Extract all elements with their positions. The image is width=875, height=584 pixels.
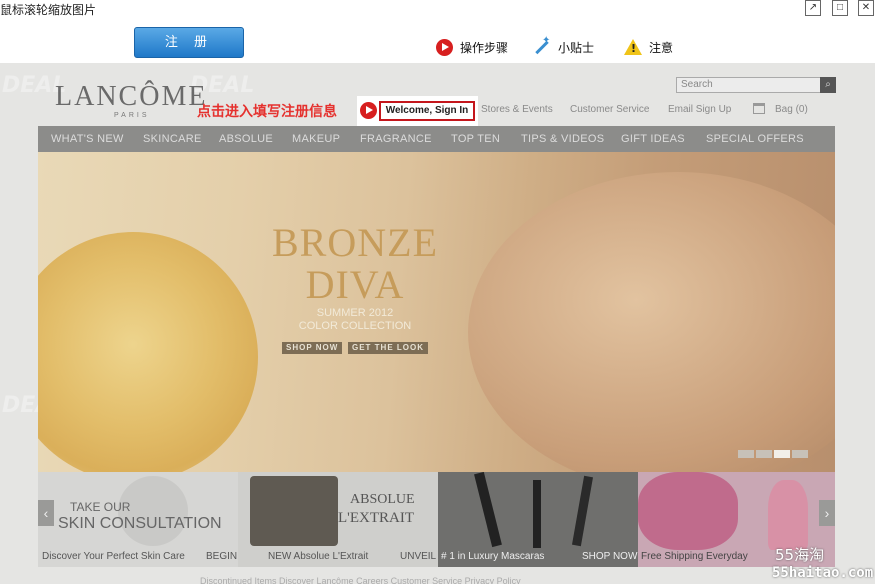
carousel-dots bbox=[738, 450, 808, 458]
promo-headline: ABSOLUE bbox=[350, 492, 415, 507]
carousel-prev-button[interactable]: ‹ bbox=[38, 500, 54, 526]
tutorial-toolbar: 注 册 操作步骤 小贴士 注意 bbox=[0, 18, 875, 63]
carousel-dot[interactable] bbox=[792, 450, 808, 458]
begin-link[interactable]: BEGIN bbox=[206, 551, 237, 562]
promo-caption: Discover Your Perfect Skin Care bbox=[42, 551, 185, 562]
hero-banner[interactable]: BRONZE DIVA SUMMER 2012 COLOR COLLECTION… bbox=[38, 152, 835, 472]
maximize-button[interactable]: □ bbox=[832, 0, 848, 16]
nav-absolue[interactable]: ABSOLUE bbox=[219, 133, 273, 145]
nav-special-offers[interactable]: SPECIAL OFFERS bbox=[706, 133, 804, 145]
email-signup-link[interactable]: Email Sign Up bbox=[668, 104, 731, 115]
carousel-dot-active[interactable] bbox=[774, 450, 790, 458]
popout-button[interactable]: ↗ bbox=[805, 0, 821, 16]
carousel-dot[interactable] bbox=[756, 450, 772, 458]
lancome-logo[interactable]: LANCÔME bbox=[55, 81, 207, 113]
hero-title-line1: BRONZE bbox=[272, 220, 438, 265]
bag-link[interactable]: Bag (0) bbox=[775, 104, 808, 115]
nav-whats-new[interactable]: WHAT'S NEW bbox=[51, 133, 124, 145]
play-icon bbox=[360, 102, 377, 119]
flower-image bbox=[38, 232, 258, 472]
brand-watermark: 55海淘 bbox=[775, 546, 825, 564]
hero-subtitle-line1: SUMMER 2012 bbox=[316, 307, 394, 319]
hero-title-line2: DIVA bbox=[305, 262, 405, 307]
tips-button[interactable]: 小贴士 bbox=[533, 35, 595, 56]
notice-label: 注意 bbox=[649, 40, 674, 55]
hero-subtitle: SUMMER 2012 COLOR COLLECTION bbox=[260, 307, 450, 333]
website-preview[interactable]: DEAL DEAL DEAL DEAL DEAL DEAL LANCÔME PA… bbox=[0, 63, 875, 584]
search-input[interactable]: Search bbox=[676, 77, 821, 93]
model-image bbox=[468, 172, 835, 472]
absolue-jar-image bbox=[250, 476, 338, 546]
play-icon bbox=[436, 38, 453, 56]
promo-caption: NEW Absolue L'Extrait bbox=[268, 551, 369, 562]
notice-button[interactable]: 注意 bbox=[624, 38, 673, 56]
promo-headline: TAKE OUR bbox=[70, 500, 131, 514]
nav-top-ten[interactable]: TOP TEN bbox=[451, 133, 500, 145]
unveil-link[interactable]: UNVEIL bbox=[400, 551, 436, 562]
customer-service-link[interactable]: Customer Service bbox=[570, 104, 649, 115]
carousel-dot[interactable] bbox=[738, 450, 754, 458]
footer-links: Discontinued Items Discover Lancôme Care… bbox=[200, 576, 521, 584]
window-titlebar: 鼠标滚轮缩放图片 ↗ □ ✕ bbox=[0, 0, 875, 18]
main-nav: WHAT'S NEW SKINCARE ABSOLUE MAKEUP FRAGR… bbox=[38, 126, 835, 152]
bag-icon bbox=[753, 103, 765, 114]
window-title: 鼠标滚轮缩放图片 bbox=[0, 3, 97, 17]
carousel-next-button[interactable]: › bbox=[819, 500, 835, 526]
nav-makeup[interactable]: MAKEUP bbox=[292, 133, 340, 145]
nav-gift-ideas[interactable]: GIFT IDEAS bbox=[621, 133, 685, 145]
warning-icon bbox=[624, 39, 642, 55]
steps-button[interactable]: 操作步骤 bbox=[436, 38, 508, 56]
search-icon[interactable]: ⌕ bbox=[820, 77, 836, 93]
nav-fragrance[interactable]: FRAGRANCE bbox=[360, 133, 432, 145]
promo-headline: L'EXTRAIT bbox=[338, 510, 415, 526]
tips-label: 小贴士 bbox=[558, 40, 595, 55]
shop-now-button[interactable]: SHOP NOW bbox=[282, 342, 343, 354]
register-button[interactable]: 注 册 bbox=[134, 27, 244, 58]
get-the-look-button[interactable]: GET THE LOOK bbox=[348, 342, 428, 354]
wand-icon bbox=[533, 35, 551, 56]
promo-consultation[interactable]: TAKE OUR SKIN CONSULTATION Discover Your… bbox=[38, 472, 238, 567]
shop-now-link[interactable]: SHOP NOW bbox=[582, 551, 637, 562]
illustration-image bbox=[768, 480, 808, 550]
mascara-image bbox=[533, 480, 541, 548]
promo-mascara[interactable]: # 1 in Luxury Mascaras SHOP NOW bbox=[438, 472, 638, 567]
hero-subtitle-line2: COLOR COLLECTION bbox=[298, 320, 412, 332]
signin-highlight[interactable]: Welcome, Sign In bbox=[357, 96, 478, 126]
signin-link[interactable]: Welcome, Sign In bbox=[379, 101, 475, 121]
stores-events-link[interactable]: Stores & Events bbox=[481, 104, 553, 115]
mascara-image bbox=[571, 475, 594, 547]
brand-site-watermark: 55haitao.com bbox=[772, 565, 874, 581]
steps-label: 操作步骤 bbox=[460, 40, 509, 55]
lancome-logo-sub: PARIS bbox=[114, 112, 150, 119]
close-button[interactable]: ✕ bbox=[858, 0, 874, 16]
promo-headline: SKIN CONSULTATION bbox=[58, 515, 222, 532]
nav-skincare[interactable]: SKINCARE bbox=[143, 133, 202, 145]
rose-image bbox=[638, 472, 738, 550]
signin-callout: 点击进入填写注册信息 bbox=[197, 104, 337, 120]
hero-title: BRONZE DIVA bbox=[260, 222, 450, 306]
promo-absolue[interactable]: ABSOLUE L'EXTRAIT NEW Absolue L'Extrait … bbox=[238, 472, 438, 567]
mascara-image bbox=[474, 472, 502, 548]
nav-tips-videos[interactable]: TIPS & VIDEOS bbox=[521, 133, 604, 145]
promo-caption: # 1 in Luxury Mascaras bbox=[441, 551, 545, 562]
promo-caption: Free Shipping Everyday bbox=[641, 551, 748, 562]
